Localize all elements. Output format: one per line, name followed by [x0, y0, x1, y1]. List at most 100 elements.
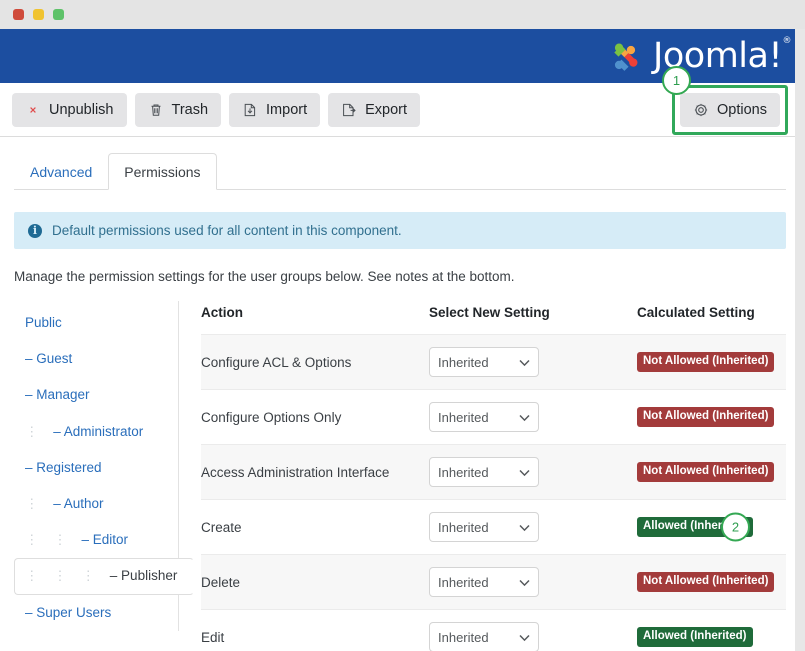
- unpublish-button[interactable]: Unpublish: [12, 92, 127, 127]
- callout-badge-2: 2: [721, 512, 750, 542]
- unpublish-button-label: Unpublish: [49, 101, 114, 118]
- select-wrapper: Inherited: [429, 347, 539, 377]
- row-calculated-cell: Not Allowed (Inherited): [637, 554, 786, 610]
- window-minimize-button[interactable]: [33, 9, 44, 20]
- toolbar: Unpublish Trash Import Export 1 Options: [0, 65, 800, 137]
- toolbar-actions: Unpublish Trash Import Export: [12, 92, 421, 127]
- window-title-bar: [0, 0, 805, 29]
- select-wrapper: Inherited: [429, 512, 539, 542]
- unpublish-icon: [30, 106, 36, 113]
- info-alert: i Default permissions used for all conte…: [14, 212, 786, 249]
- row-setting-cell: Inherited: [429, 554, 637, 610]
- row-setting-cell: Inherited: [429, 389, 637, 445]
- tab-permissions[interactable]: Permissions: [108, 152, 217, 190]
- options-button[interactable]: Options: [680, 92, 780, 127]
- row-action-label: Configure Options Only: [201, 389, 429, 445]
- gear-icon: [694, 103, 708, 116]
- acl-section: Public – Guest – Manager ⋮ – Administrat…: [14, 301, 786, 651]
- trash-icon: [151, 104, 160, 116]
- table-row: Configure ACL & Options Inherited Not Al…: [201, 334, 786, 390]
- sidebar-item-registered[interactable]: – Registered: [14, 450, 178, 486]
- column-header-calculated-setting: Calculated Setting: [637, 305, 755, 320]
- user-group-list: Public – Guest – Manager ⋮ – Administrat…: [14, 301, 194, 631]
- permissions-table: Action Select New Setting Calculated Set…: [201, 301, 786, 651]
- tree-guide-line: ⋮: [53, 568, 67, 584]
- export-icon: [343, 103, 356, 116]
- select-wrapper: Inherited: [429, 457, 539, 487]
- permissions-table-body: Configure ACL & Options Inherited Not Al…: [201, 334, 786, 651]
- sidebar-item-label: – Author: [53, 495, 104, 511]
- page-body: Advanced Permissions i Default permissio…: [0, 137, 800, 651]
- trash-button-label: Trash: [171, 101, 209, 118]
- permissions-pane: Action Select New Setting Calculated Set…: [179, 301, 786, 651]
- import-button[interactable]: Import: [229, 92, 321, 127]
- page-right-gutter: [795, 29, 800, 651]
- import-button-label: Import: [266, 101, 308, 118]
- setting-select[interactable]: Inherited: [429, 622, 539, 651]
- row-action-label: Edit: [201, 609, 429, 651]
- app-frame: Joomla! ® Unpublish Trash Import Export …: [0, 29, 800, 651]
- sidebar-item-label: – Super Users: [25, 604, 112, 620]
- table-row: Access Administration Interface Inherite…: [201, 444, 786, 500]
- select-wrapper: Inherited: [429, 567, 539, 597]
- info-alert-text: Default permissions used for all content…: [52, 223, 402, 238]
- tree-guide-line: ⋮: [81, 568, 96, 584]
- sidebar-item-editor[interactable]: ⋮ ⋮ – Editor: [14, 522, 178, 558]
- row-calculated-cell: Allowed (Inherited) 2: [637, 499, 786, 555]
- permissions-table-head: Action Select New Setting Calculated Set…: [201, 301, 786, 335]
- sidebar-item-label: – Editor: [81, 532, 129, 548]
- setting-select[interactable]: Inherited: [429, 347, 539, 377]
- sidebar-item-manager[interactable]: – Manager: [14, 377, 178, 413]
- status-badge: Not Allowed (Inherited): [637, 352, 775, 372]
- trash-button[interactable]: Trash: [134, 92, 222, 127]
- row-setting-cell: Inherited: [429, 609, 637, 651]
- row-action-label: Access Administration Interface: [201, 444, 429, 500]
- tree-guide-line: ⋮: [53, 532, 67, 548]
- setting-select[interactable]: Inherited: [429, 512, 539, 542]
- import-icon: [244, 103, 256, 116]
- tab-bar: Advanced Permissions: [14, 137, 786, 190]
- sidebar-item-super-users[interactable]: – Super Users: [14, 595, 178, 631]
- status-badge: Not Allowed (Inherited): [637, 407, 775, 427]
- row-calculated-cell: Not Allowed (Inherited): [637, 444, 786, 500]
- options-highlight: 1 Options: [662, 65, 788, 135]
- registered-mark: ®: [782, 35, 792, 46]
- table-row: Configure Options Only Inherited Not All…: [201, 389, 786, 445]
- window-close-button[interactable]: [13, 9, 24, 20]
- sidebar-item-author[interactable]: ⋮ – Author: [14, 486, 178, 522]
- tree-guide-line: ⋮: [25, 423, 39, 439]
- tree-guide-line: ⋮: [25, 495, 39, 511]
- status-badge: Not Allowed (Inherited): [637, 572, 775, 592]
- row-action-label: Delete: [201, 554, 429, 610]
- window-zoom-button[interactable]: [53, 9, 64, 20]
- tree-guide-line: ⋮: [25, 568, 39, 584]
- export-button[interactable]: Export: [328, 92, 421, 127]
- sidebar-item-public[interactable]: Public: [14, 305, 178, 341]
- select-wrapper: Inherited: [429, 622, 539, 651]
- row-action-label: Create: [201, 499, 429, 555]
- sidebar-item-publisher[interactable]: ⋮ ⋮ ⋮ – Publisher: [14, 558, 194, 595]
- sidebar-item-label: – Publisher: [109, 568, 178, 584]
- sidebar-item-label: – Guest: [25, 351, 73, 367]
- tab-advanced[interactable]: Advanced: [14, 153, 108, 190]
- export-button-label: Export: [365, 101, 408, 118]
- setting-select[interactable]: Inherited: [429, 402, 539, 432]
- row-setting-cell: Inherited: [429, 499, 637, 555]
- table-row: Create Inherited Allowed (Inherited) 2: [201, 499, 786, 555]
- row-calculated-cell: Not Allowed (Inherited): [637, 389, 786, 445]
- row-action-label: Configure ACL & Options: [201, 334, 429, 390]
- options-button-label: Options: [717, 101, 767, 118]
- setting-select[interactable]: Inherited: [429, 457, 539, 487]
- table-header-row: Action Select New Setting Calculated Set…: [201, 301, 786, 335]
- sidebar-item-guest[interactable]: – Guest: [14, 341, 178, 377]
- select-wrapper: Inherited: [429, 402, 539, 432]
- sidebar-item-label: – Administrator: [53, 423, 144, 439]
- callout-badge-1: 1: [662, 65, 692, 95]
- joomla-brand: Joomla! ®: [606, 36, 791, 75]
- row-setting-cell: Inherited: [429, 334, 637, 390]
- table-row: Delete Inherited Not Allowed (Inherited): [201, 554, 786, 610]
- column-header-action: Action: [201, 305, 243, 320]
- sidebar-item-administrator[interactable]: ⋮ – Administrator: [14, 414, 178, 450]
- joomla-logo-icon: [614, 43, 638, 71]
- setting-select[interactable]: Inherited: [429, 567, 539, 597]
